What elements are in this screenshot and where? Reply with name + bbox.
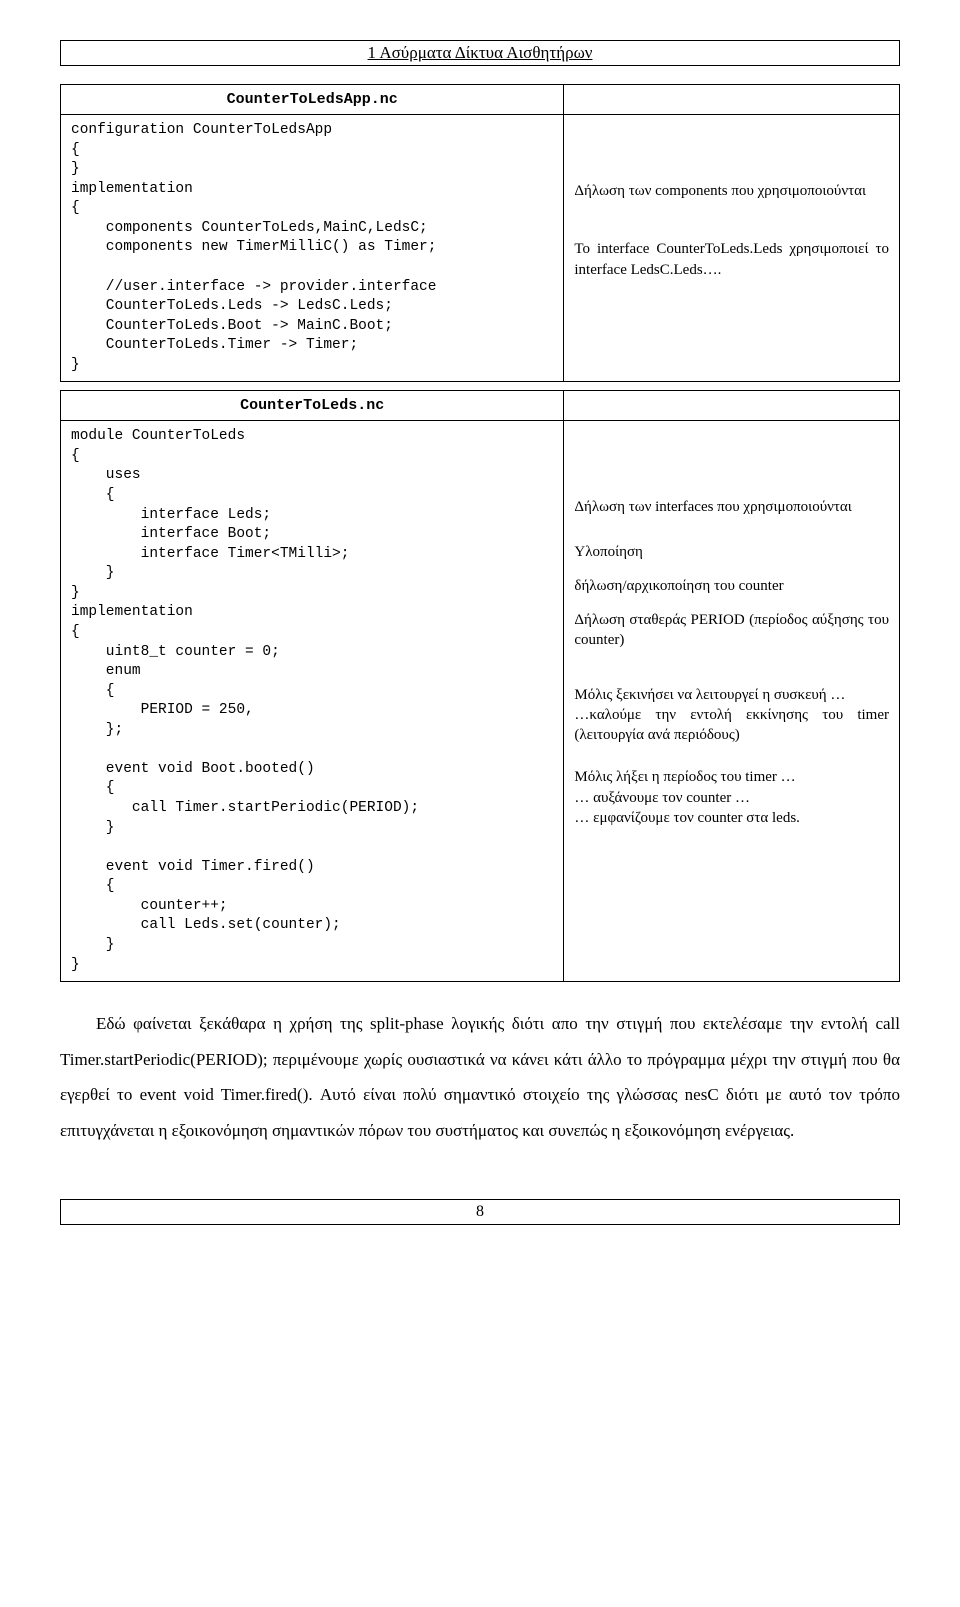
chapter-header: 1 Ασύρματα Δίκτυα Αισθητήρων xyxy=(60,40,900,66)
desc-counter-inc: … αυξάνουμε τον counter … xyxy=(574,788,889,808)
code-table-module: CounterToLeds.nc module CounterToLeds { … xyxy=(60,390,900,982)
desc-counter: δήλωση/αρχικοποίηση του counter xyxy=(574,576,889,596)
desc-impl: Υλοποίηση xyxy=(574,542,889,562)
desc-timer-fired: Μόλις λήξει η περίοδος του timer … xyxy=(574,767,889,787)
page-footer: 8 xyxy=(60,1199,900,1225)
filename-header: CounterToLeds.nc xyxy=(61,391,564,421)
code-block: module CounterToLeds { uses { interface … xyxy=(61,421,564,982)
page-number: 8 xyxy=(476,1203,484,1220)
code-table-app: CounterToLedsApp.nc configuration Counte… xyxy=(60,84,900,382)
desc-interfaces: Δήλωση των interfaces που χρησιμοποιούντ… xyxy=(574,497,889,517)
body-paragraph: Εδώ φαίνεται ξεκάθαρα η χρήση της split-… xyxy=(60,1006,900,1149)
empty-header xyxy=(564,85,900,115)
description-cell: Δήλωση των interfaces που χρησιμοποιούντ… xyxy=(564,421,900,982)
code-block: configuration CounterToLedsApp { } imple… xyxy=(61,115,564,382)
desc-timer-start: …καλούμε την εντολή εκκίνησης του timer … xyxy=(574,705,889,746)
desc-interface: Το interface CounterToLeds.Leds χρησιμοπ… xyxy=(574,239,889,280)
chapter-title: 1 Ασύρματα Δίκτυα Αισθητήρων xyxy=(368,43,593,62)
desc-components: Δήλωση των components που χρησιμοποιούντ… xyxy=(574,181,889,201)
desc-period: Δήλωση σταθεράς PERIOD (περίοδος αύξησης… xyxy=(574,610,889,651)
desc-boot: Μόλις ξεκινήσει να λειτουργεί η συσκευή … xyxy=(574,685,889,705)
filename-header: CounterToLedsApp.nc xyxy=(61,85,564,115)
empty-header xyxy=(564,391,900,421)
description-cell: Δήλωση των components που χρησιμοποιούντ… xyxy=(564,115,900,382)
desc-leds: … εμφανίζουμε τον counter στα leds. xyxy=(574,808,889,828)
